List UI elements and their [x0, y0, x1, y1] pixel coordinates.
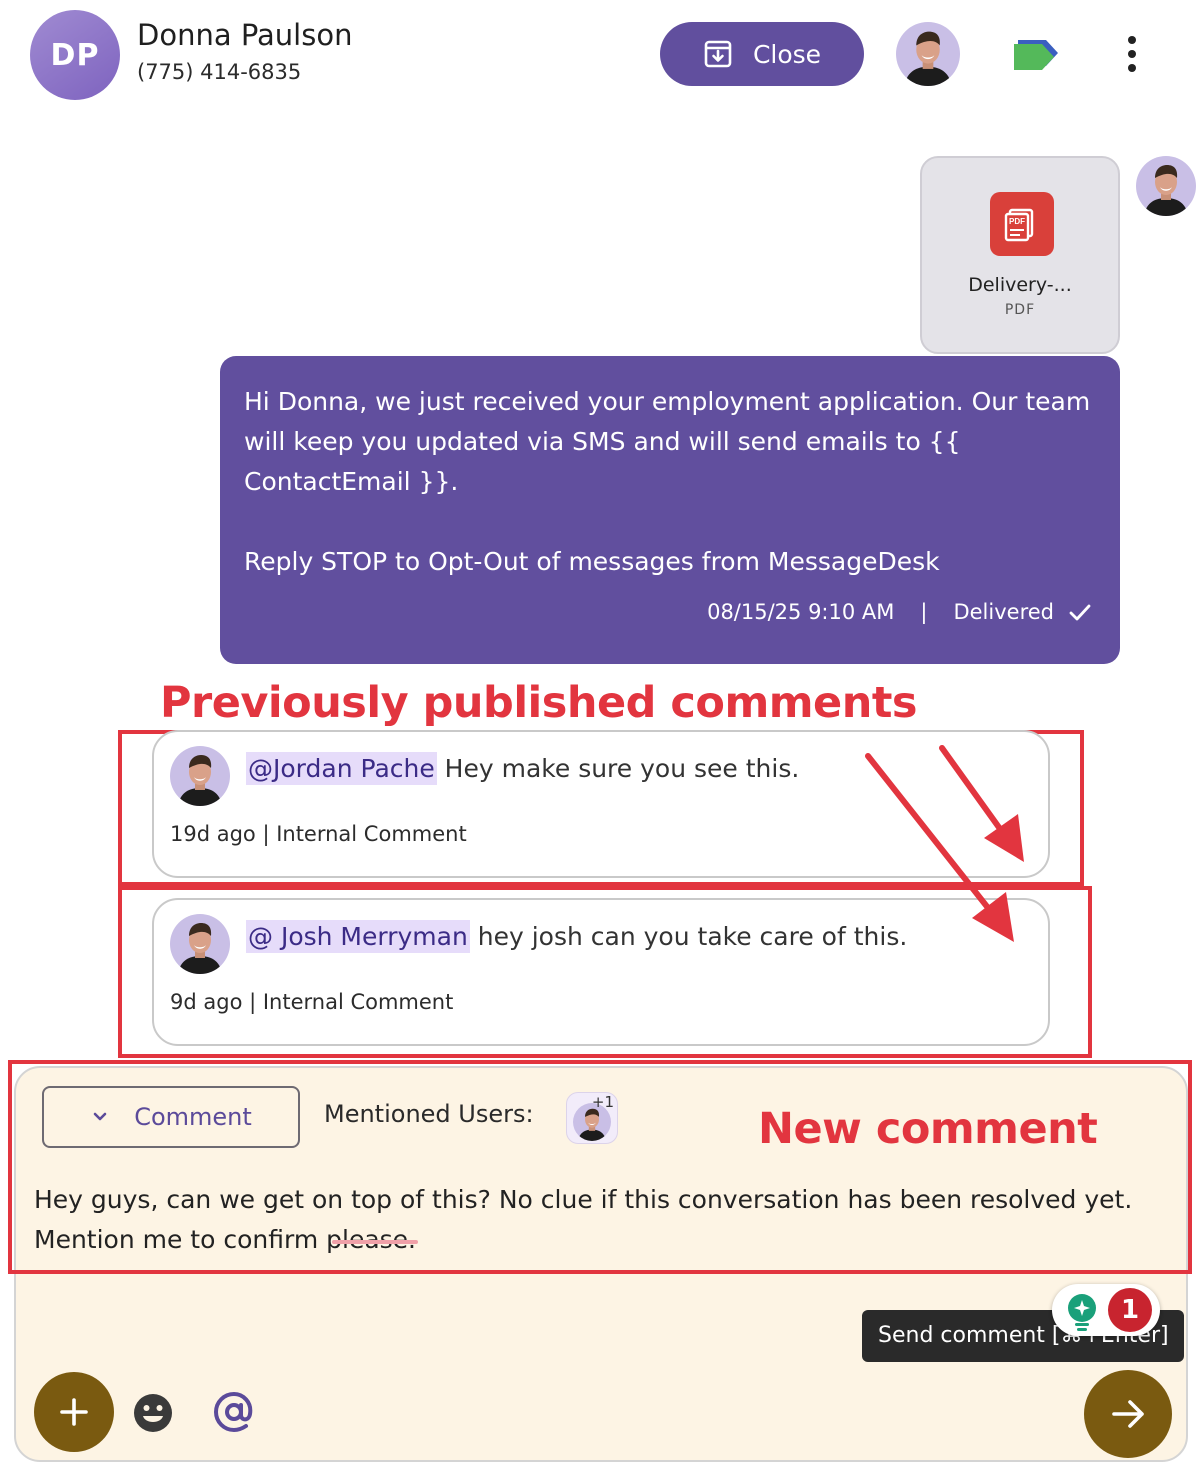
lightbulb-icon	[1068, 1294, 1096, 1331]
grammar-assistant-badge[interactable]: 1	[1052, 1284, 1160, 1336]
svg-text:PDF: PDF	[1009, 217, 1025, 226]
comment-text: @Jordan Pache Hey make sure you see this…	[246, 752, 800, 785]
comment-input[interactable]: Hey guys, can we get on top of this? No …	[34, 1180, 1154, 1260]
archive-in-icon	[704, 40, 732, 68]
mention-tag[interactable]: @ Josh Merryman	[246, 920, 470, 953]
grammar-issue-count: 1	[1108, 1288, 1152, 1332]
meta-separator: |	[920, 600, 928, 624]
plus-icon	[60, 1398, 88, 1426]
comment-meta: 9d ago | Internal Comment	[170, 990, 454, 1014]
contact-avatar: DP	[30, 10, 120, 100]
message-timestamp: 08/15/25 9:10 AM	[707, 600, 895, 624]
mentioned-users-extra-count: +1	[591, 1093, 614, 1111]
contact-phone: (775) 414-6835	[137, 60, 302, 84]
pdf-attachment[interactable]: PDF Delivery-... PDF	[920, 156, 1120, 354]
close-conversation-button[interactable]: Close	[660, 22, 864, 86]
spellcheck-underline	[332, 1240, 418, 1244]
pdf-icon: PDF	[990, 192, 1054, 256]
close-button-label: Close	[752, 39, 822, 69]
at-sign-icon[interactable]	[212, 1390, 256, 1434]
comment-card: @Jordan Pache Hey make sure you see this…	[152, 730, 1050, 878]
emoji-icon[interactable]	[132, 1392, 174, 1434]
tag-icon[interactable]	[1012, 38, 1062, 72]
outgoing-message: Hi Donna, we just received your employme…	[220, 356, 1120, 664]
kebab-menu-icon[interactable]	[1116, 32, 1148, 76]
comment-mode-label: Comment	[134, 1103, 252, 1131]
annotation-new-comment: New comment	[758, 1104, 1098, 1154]
mention-tag[interactable]: @Jordan Pache	[246, 752, 437, 785]
assigned-user-avatar[interactable]	[896, 22, 960, 86]
comment-mode-dropdown[interactable]: Comment	[42, 1086, 300, 1148]
comment-meta: 19d ago | Internal Comment	[170, 822, 467, 846]
add-attachment-button[interactable]	[34, 1372, 114, 1452]
attachment-file-type: PDF	[1004, 302, 1036, 318]
comment-author-avatar	[170, 914, 230, 974]
comment-text: @ Josh Merryman hey josh can you take ca…	[246, 920, 908, 953]
comment-body: Hey make sure you see this.	[436, 754, 800, 783]
message-body: Hi Donna, we just received your employme…	[244, 387, 1091, 576]
check-icon	[1069, 604, 1091, 621]
attachment-file-name: Delivery-...	[968, 274, 1072, 296]
sender-avatar	[1136, 156, 1196, 216]
annotation-previous-comments: Previously published comments	[160, 678, 917, 728]
arrow-right-icon	[1112, 1400, 1144, 1428]
message-status: Delivered	[953, 600, 1054, 624]
mentioned-users-label: Mentioned Users:	[324, 1100, 534, 1128]
chevron-down-icon	[93, 1112, 107, 1121]
message-meta: 08/15/25 9:10 AM | Delivered	[707, 598, 1094, 626]
comment-author-avatar	[170, 746, 230, 806]
mentioned-users-avatars[interactable]: +1	[566, 1092, 618, 1144]
comment-body: hey josh can you take care of this.	[469, 922, 908, 951]
send-comment-button[interactable]	[1084, 1370, 1172, 1458]
comment-card: @ Josh Merryman hey josh can you take ca…	[152, 898, 1050, 1046]
contact-name: Donna Paulson	[137, 18, 353, 52]
